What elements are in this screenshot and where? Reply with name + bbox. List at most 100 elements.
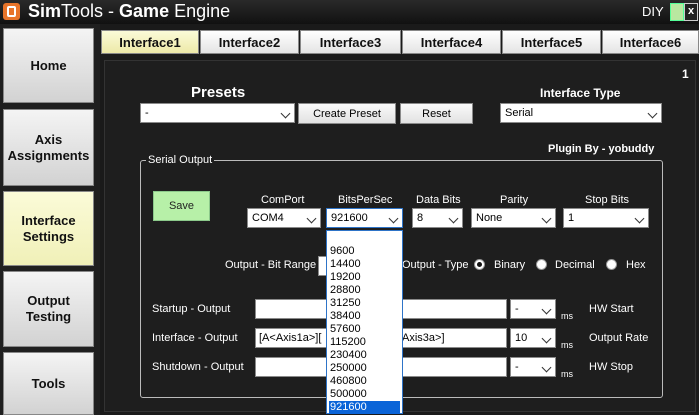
bps-option[interactable]: 57600 bbox=[329, 323, 400, 336]
parity-value: None bbox=[476, 212, 503, 224]
sidebar-nav: Home Axis Assignments Interface Settings… bbox=[0, 24, 100, 415]
interface-type-title: Interface Type bbox=[540, 86, 621, 100]
startup-ms-dropdown[interactable]: - bbox=[510, 299, 556, 319]
bps-dropdown[interactable]: 921600 bbox=[326, 208, 403, 228]
tab-interface5[interactable]: Interface5 bbox=[502, 30, 601, 54]
serial-output-title: Serial Output bbox=[146, 154, 215, 166]
databits-label: Data Bits bbox=[416, 194, 461, 206]
startup-ms-value: - bbox=[515, 303, 519, 315]
nav-home-button[interactable]: Home bbox=[3, 28, 94, 103]
stopbits-value: 1 bbox=[568, 212, 575, 224]
tab-interface1[interactable]: Interface1 bbox=[101, 30, 199, 54]
chevron-down-icon bbox=[448, 211, 460, 225]
interface-output-value-left: [A<Axis1a>][ bbox=[259, 332, 322, 344]
presets-value: - bbox=[145, 107, 149, 119]
bps-option[interactable]: 19200 bbox=[329, 271, 400, 284]
nav-home-label: Home bbox=[30, 57, 67, 73]
window-title: SimTools - Game Engine bbox=[28, 1, 230, 22]
output-rate-label: Output Rate bbox=[589, 332, 649, 344]
binary-label: Binary bbox=[494, 259, 526, 271]
title-game: Game bbox=[119, 1, 170, 21]
bps-option[interactable]: 14400 bbox=[329, 258, 400, 271]
hex-radio[interactable] bbox=[606, 259, 617, 270]
interface-type-value: Serial bbox=[505, 107, 534, 119]
parity-dropdown[interactable]: None bbox=[471, 208, 556, 228]
hex-label: Hex bbox=[626, 259, 646, 271]
tab-interface4[interactable]: Interface4 bbox=[402, 30, 501, 54]
databits-dropdown[interactable]: 8 bbox=[412, 208, 463, 228]
comport-dropdown[interactable]: COM4 bbox=[247, 208, 321, 228]
tab-interface2[interactable]: Interface2 bbox=[200, 30, 299, 54]
presets-title: Presets bbox=[191, 84, 246, 101]
databits-value: 8 bbox=[417, 212, 424, 224]
stopbits-dropdown[interactable]: 1 bbox=[563, 208, 649, 228]
output-type-label: Output - Type bbox=[402, 259, 469, 271]
nav-interface-settings-button[interactable]: Interface Settings bbox=[3, 191, 94, 266]
shutdown-output-label: Shutdown - Output bbox=[152, 361, 244, 373]
save-button[interactable]: Save bbox=[153, 191, 210, 221]
bps-value: 921600 bbox=[331, 212, 368, 224]
chevron-down-icon bbox=[541, 331, 553, 345]
nav-interface-label-1: Interface bbox=[21, 212, 76, 228]
plugin-author-label: Plugin By - yobuddy bbox=[548, 143, 655, 155]
title-engine: Engine bbox=[169, 1, 231, 21]
chevron-down-icon bbox=[634, 211, 646, 225]
chevron-down-icon bbox=[306, 211, 318, 225]
bps-option[interactable]: 230400 bbox=[329, 349, 400, 362]
decimal-label: Decimal bbox=[555, 259, 595, 271]
stopbits-label: Stop Bits bbox=[585, 194, 630, 206]
nav-axis-label-1: Axis bbox=[34, 131, 63, 147]
chevron-down-icon bbox=[388, 211, 400, 225]
bps-dropdown-list[interactable]: 9600 14400 19200 28800 31250 38400 57600 115200… bbox=[326, 230, 403, 414]
bps-label: BitsPerSec bbox=[338, 194, 393, 206]
tab-interface3[interactable]: Interface3 bbox=[300, 30, 401, 54]
rate-ms-unit: ms bbox=[561, 340, 573, 350]
tab-interface6[interactable]: Interface6 bbox=[602, 30, 699, 54]
shutdown-ms-dropdown[interactable]: - bbox=[510, 357, 556, 377]
bps-option[interactable]: 921600 bbox=[329, 401, 400, 414]
presets-dropdown[interactable]: - bbox=[140, 103, 295, 123]
binary-radio[interactable] bbox=[474, 259, 485, 270]
nav-output-testing-button[interactable]: Output Testing bbox=[3, 271, 94, 347]
reset-button[interactable]: Reset bbox=[400, 103, 473, 124]
bps-option[interactable]: 250000 bbox=[329, 362, 400, 375]
nav-tools-button[interactable]: Tools bbox=[3, 352, 94, 415]
interface-type-dropdown[interactable]: Serial bbox=[500, 103, 662, 123]
create-preset-button[interactable]: Create Preset bbox=[298, 103, 396, 124]
nav-output-label-1: Output bbox=[27, 293, 70, 308]
chevron-down-icon bbox=[541, 302, 553, 316]
output-rate-dropdown[interactable]: 10 bbox=[510, 328, 556, 348]
bps-option[interactable]: 500000 bbox=[329, 388, 400, 401]
title-sim: Sim bbox=[28, 1, 62, 21]
nav-interface-label-2: Settings bbox=[22, 228, 75, 244]
bps-option[interactable]: 9600 bbox=[329, 245, 400, 258]
close-button[interactable]: x bbox=[684, 3, 698, 21]
title-sep: - bbox=[103, 1, 120, 21]
shutdown-ms-value: - bbox=[515, 361, 519, 373]
diy-label: DIY bbox=[642, 4, 664, 19]
interface-output-value-right: Axis3a>] bbox=[402, 332, 445, 344]
nav-tools-label: Tools bbox=[31, 375, 66, 391]
nav-axis-assignments-button[interactable]: Axis Assignments bbox=[3, 109, 94, 186]
panel-number: 1 bbox=[682, 67, 689, 81]
status-indicator[interactable] bbox=[670, 3, 684, 21]
bps-option[interactable]: 115200 bbox=[329, 336, 400, 349]
title-tools: Tools bbox=[61, 1, 104, 21]
bps-option[interactable]: 31250 bbox=[329, 297, 400, 310]
bps-option[interactable]: 460800 bbox=[329, 375, 400, 388]
chevron-down-icon bbox=[541, 211, 553, 225]
bps-option[interactable]: 28800 bbox=[329, 284, 400, 297]
comport-label: ComPort bbox=[261, 194, 305, 206]
decimal-radio[interactable] bbox=[536, 259, 547, 270]
app-logo-icon bbox=[3, 3, 20, 20]
hw-start-label: HW Start bbox=[589, 303, 634, 315]
comport-value: COM4 bbox=[252, 212, 284, 224]
startup-ms-unit: ms bbox=[561, 311, 573, 321]
output-rate-value: 10 bbox=[515, 332, 528, 344]
hw-stop-label: HW Stop bbox=[589, 361, 634, 373]
nav-axis-label-2: Assignments bbox=[7, 147, 90, 163]
chevron-down-icon bbox=[280, 106, 292, 120]
bps-option[interactable]: 38400 bbox=[329, 310, 400, 323]
parity-label: Parity bbox=[500, 194, 529, 206]
chevron-down-icon bbox=[647, 106, 659, 120]
